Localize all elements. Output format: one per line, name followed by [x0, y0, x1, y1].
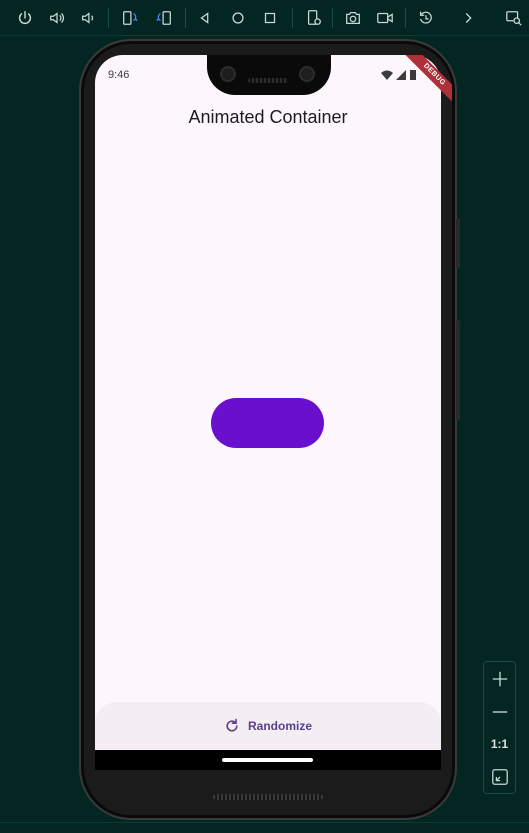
- mirror-search-icon: [506, 11, 522, 26]
- fold-button[interactable]: [302, 6, 326, 30]
- zoom-panel: 1:1: [483, 661, 516, 794]
- screenshot-button[interactable]: [341, 6, 365, 30]
- volume-up-icon: [50, 12, 64, 24]
- volume-up-button[interactable]: [45, 6, 69, 30]
- overview-button[interactable]: [258, 6, 282, 30]
- volume-down-icon: [81, 12, 94, 24]
- toolbar-divider: [108, 8, 109, 28]
- fit-screen-button[interactable]: [484, 762, 515, 792]
- actual-size-button[interactable]: 1:1: [484, 729, 515, 759]
- front-camera: [220, 66, 236, 82]
- snapshot-button[interactable]: [414, 6, 438, 30]
- restore-icon: [419, 11, 432, 24]
- home-button[interactable]: [226, 6, 250, 30]
- video-icon: [377, 12, 393, 24]
- more-button[interactable]: [456, 6, 480, 30]
- back-button[interactable]: [193, 6, 217, 30]
- zoom-in-button[interactable]: [484, 664, 515, 694]
- refresh-icon: [226, 718, 238, 732]
- power-icon: [18, 10, 32, 25]
- rotate-right-icon: [156, 11, 171, 25]
- emulator-status-strip: [0, 822, 529, 833]
- back-triangle-icon: [200, 12, 209, 24]
- fit-screen-icon: [491, 769, 508, 785]
- minus-icon: [492, 711, 507, 713]
- power-button[interactable]: [13, 6, 37, 30]
- randomize-button[interactable]: Randomize: [95, 702, 441, 750]
- actual-size-label: 1:1: [490, 737, 509, 751]
- device-mirror-button[interactable]: [502, 6, 526, 30]
- toolbar-divider: [405, 8, 406, 28]
- bottom-speaker: [213, 794, 323, 800]
- rotate-right-button[interactable]: [152, 6, 176, 30]
- rotate-left-button[interactable]: [118, 6, 142, 30]
- record-button[interactable]: [373, 6, 397, 30]
- plus-icon: [492, 671, 507, 687]
- app-title: Animated Container: [188, 107, 348, 127]
- home-circle-icon: [232, 12, 244, 24]
- chevron-right-icon: [465, 13, 472, 23]
- toolbar-divider: [292, 8, 293, 28]
- gesture-home-pill[interactable]: [222, 758, 313, 762]
- animated-container: [211, 398, 324, 448]
- emulator-toolbar: [0, 0, 529, 36]
- overview-square-icon: [264, 12, 276, 24]
- status-time: 9:46: [108, 69, 130, 81]
- volume-down-button[interactable]: [76, 6, 100, 30]
- toolbar-divider: [185, 8, 186, 28]
- front-camera: [299, 66, 315, 82]
- camera-icon: [346, 11, 360, 25]
- debug-banner-label: DEBUG: [401, 55, 452, 108]
- phone-volume-button: [456, 320, 460, 420]
- rotate-left-icon: [123, 11, 138, 25]
- zoom-out-button[interactable]: [484, 697, 515, 727]
- phone-side-button: [456, 218, 460, 268]
- device-settings-icon: [307, 10, 321, 25]
- debug-banner: DEBUG: [392, 55, 452, 115]
- toolbar-divider: [332, 8, 333, 28]
- randomize-label: Randomize: [247, 719, 312, 733]
- earpiece-speaker: [248, 78, 288, 83]
